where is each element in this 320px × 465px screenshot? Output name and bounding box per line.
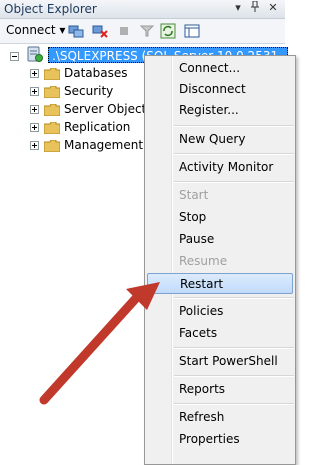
window-position-dropdown-icon[interactable]: ▾: [231, 1, 245, 14]
tree-item-replication[interactable]: Replication: [0, 118, 150, 136]
object-explorer-titlebar: Object Explorer ▾ ✕: [0, 0, 285, 19]
object-explorer-toolbar: Connect ▾: [0, 19, 285, 44]
tree-item-server-objects[interactable]: Server Objects: [0, 100, 153, 118]
menu-item-label: Connect...: [179, 61, 241, 75]
tree-item-label: Security: [64, 84, 114, 98]
menu-separator: [174, 125, 294, 127]
tree-item-label: Replication: [64, 120, 131, 134]
menu-item-label: Refresh: [179, 410, 225, 424]
menu-separator: [174, 375, 294, 377]
menu-separator: [174, 403, 294, 405]
connect-dropdown-button[interactable]: Connect ▾: [6, 23, 65, 37]
server-icon: [26, 46, 44, 62]
menu-item-label: Activity Monitor: [179, 160, 274, 174]
refresh-icon[interactable]: [160, 23, 176, 39]
menu-item-label: Start PowerShell: [179, 354, 278, 368]
auto-hide-pin-icon[interactable]: [248, 0, 262, 16]
folder-icon: [43, 139, 61, 153]
expand-toggle[interactable]: [30, 123, 39, 132]
tree-item-databases[interactable]: Databases: [0, 64, 150, 82]
menu-item-activity-monitor[interactable]: Activity Monitor: [147, 157, 293, 178]
expand-toggle[interactable]: [30, 69, 39, 78]
folder-icon: [43, 121, 61, 135]
collapse-toggle[interactable]: [10, 52, 19, 61]
close-icon[interactable]: ✕: [266, 1, 280, 14]
menu-separator: [174, 347, 294, 349]
tree-item-security[interactable]: Security: [0, 82, 150, 100]
menu-item-label: Facets: [179, 326, 218, 340]
menu-item-label: New Query: [179, 132, 246, 146]
menu-item-start-powershell[interactable]: Start PowerShell: [147, 351, 293, 372]
expand-toggle[interactable]: [30, 105, 39, 114]
menu-item-facets[interactable]: Facets: [147, 323, 293, 344]
menu-item-pause[interactable]: Pause: [147, 229, 293, 250]
disconnect-icon[interactable]: [92, 23, 108, 39]
menu-item-label: Resume: [179, 254, 228, 268]
expand-toggle[interactable]: [30, 87, 39, 96]
object-explorer-details-icon[interactable]: [184, 23, 200, 39]
folder-icon: [43, 103, 61, 117]
menu-item-refresh[interactable]: Refresh: [147, 407, 293, 428]
menu-separator: [174, 297, 294, 299]
tree-item-label: Server Objects: [64, 102, 153, 116]
menu-item-properties[interactable]: Properties: [147, 429, 293, 450]
connect-object-explorer-icon[interactable]: [68, 23, 84, 39]
menu-item-label: Properties: [179, 432, 240, 446]
folder-icon: [43, 85, 61, 99]
menu-item-label: Stop: [179, 210, 207, 224]
menu-separator: [174, 153, 294, 155]
stop-icon[interactable]: [116, 23, 132, 39]
menu-item-label: Register...: [179, 103, 239, 117]
tree-item-label: Management: [64, 138, 144, 152]
expand-toggle[interactable]: [30, 141, 39, 150]
menu-item-register[interactable]: Register...: [147, 100, 293, 121]
tree-item-management[interactable]: Management: [0, 136, 150, 154]
menu-item-reports[interactable]: Reports: [147, 379, 293, 400]
menu-item-disconnect[interactable]: Disconnect: [147, 79, 293, 100]
menu-item-stop[interactable]: Stop: [147, 207, 293, 228]
menu-item-connect[interactable]: Connect...: [147, 58, 293, 79]
filter-icon[interactable]: [139, 23, 155, 39]
menu-item-start: Start: [147, 185, 293, 206]
menu-item-label: Reports: [179, 382, 226, 396]
menu-item-label: Pause: [179, 232, 215, 246]
window-title: Object Explorer: [4, 2, 97, 16]
menu-item-new-query[interactable]: New Query: [147, 129, 293, 150]
menu-separator: [174, 181, 294, 183]
menu-item-label: Start: [179, 188, 209, 202]
menu-item-label: Policies: [179, 304, 224, 318]
tree-item-label: Databases: [64, 66, 128, 80]
server-context-menu: Connect... Disconnect Register... New Qu…: [144, 55, 296, 465]
menu-item-label: Disconnect: [179, 82, 246, 96]
menu-item-restart[interactable]: Restart: [147, 273, 293, 294]
menu-item-resume: Resume: [147, 251, 293, 272]
folder-icon: [43, 67, 61, 81]
menu-item-label: Restart: [180, 277, 224, 291]
menu-item-policies[interactable]: Policies: [147, 301, 293, 322]
